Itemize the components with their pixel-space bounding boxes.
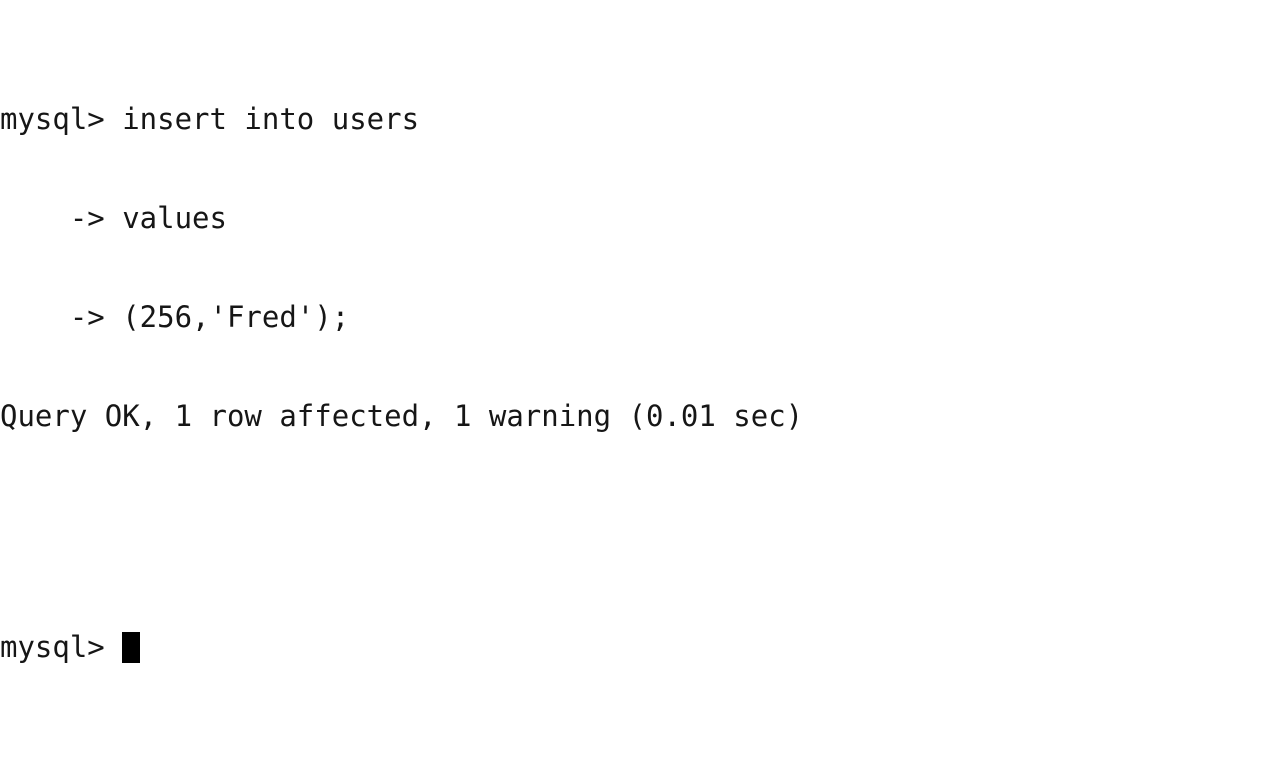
terminal-line: -> values xyxy=(0,201,227,235)
command-prompt-line[interactable]: mysql> xyxy=(0,631,1280,664)
terminal-line: mysql> insert into users xyxy=(0,102,420,136)
terminal-window[interactable]: mysql> insert into users -> values -> (2… xyxy=(0,0,1280,720)
text-cursor xyxy=(122,632,141,663)
terminal-line: -> (256,'Fred'); xyxy=(0,300,350,334)
prompt-label: mysql> xyxy=(0,630,123,664)
terminal-line: Query OK, 1 row affected, 1 warning (0.0… xyxy=(0,399,804,433)
terminal-screen: mysql> insert into users -> values -> (2… xyxy=(0,4,1280,763)
